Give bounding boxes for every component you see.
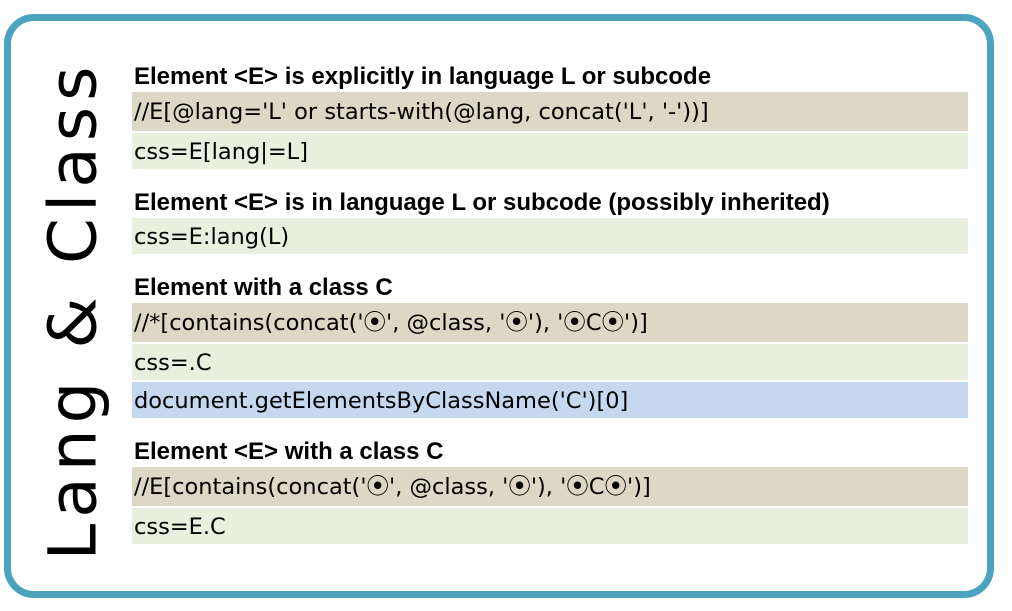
side-title-text: Lang & Class [34,59,112,561]
js-row: document.getElementsByClassName('C')[0] [132,382,968,420]
xpath-row: //*[contains(concat('⦿', @class, '⦿'), '… [132,303,968,344]
css-row: css=E:lang(L) [132,218,968,256]
selector-list: Element <E> is explicitly in language L … [132,62,968,546]
section-lang-explicit: Element <E> is explicitly in language L … [132,62,968,171]
section-element-class: Element <E> with a class C //E[contains(… [132,437,968,546]
side-title: Lang & Class [28,60,118,560]
section-title: Element <E> is explicitly in language L … [134,63,712,90]
css-row: css=E.C [132,508,968,546]
section-title: Element <E> with a class C [134,438,444,465]
section-title: Element <E> is in language L or subcode … [134,189,830,216]
section-class: Element with a class C //*[contains(conc… [132,273,968,420]
section-lang-inherited: Element <E> is in language L or subcode … [132,188,968,256]
section-title: Element with a class C [134,274,393,301]
xpath-row: //E[contains(concat('⦿', @class, '⦿'), '… [132,467,968,508]
css-row: css=E[lang|=L] [132,133,968,171]
xpath-row: //E[@lang='L' or starts-with(@lang, conc… [132,92,968,133]
css-row: css=.C [132,344,968,382]
